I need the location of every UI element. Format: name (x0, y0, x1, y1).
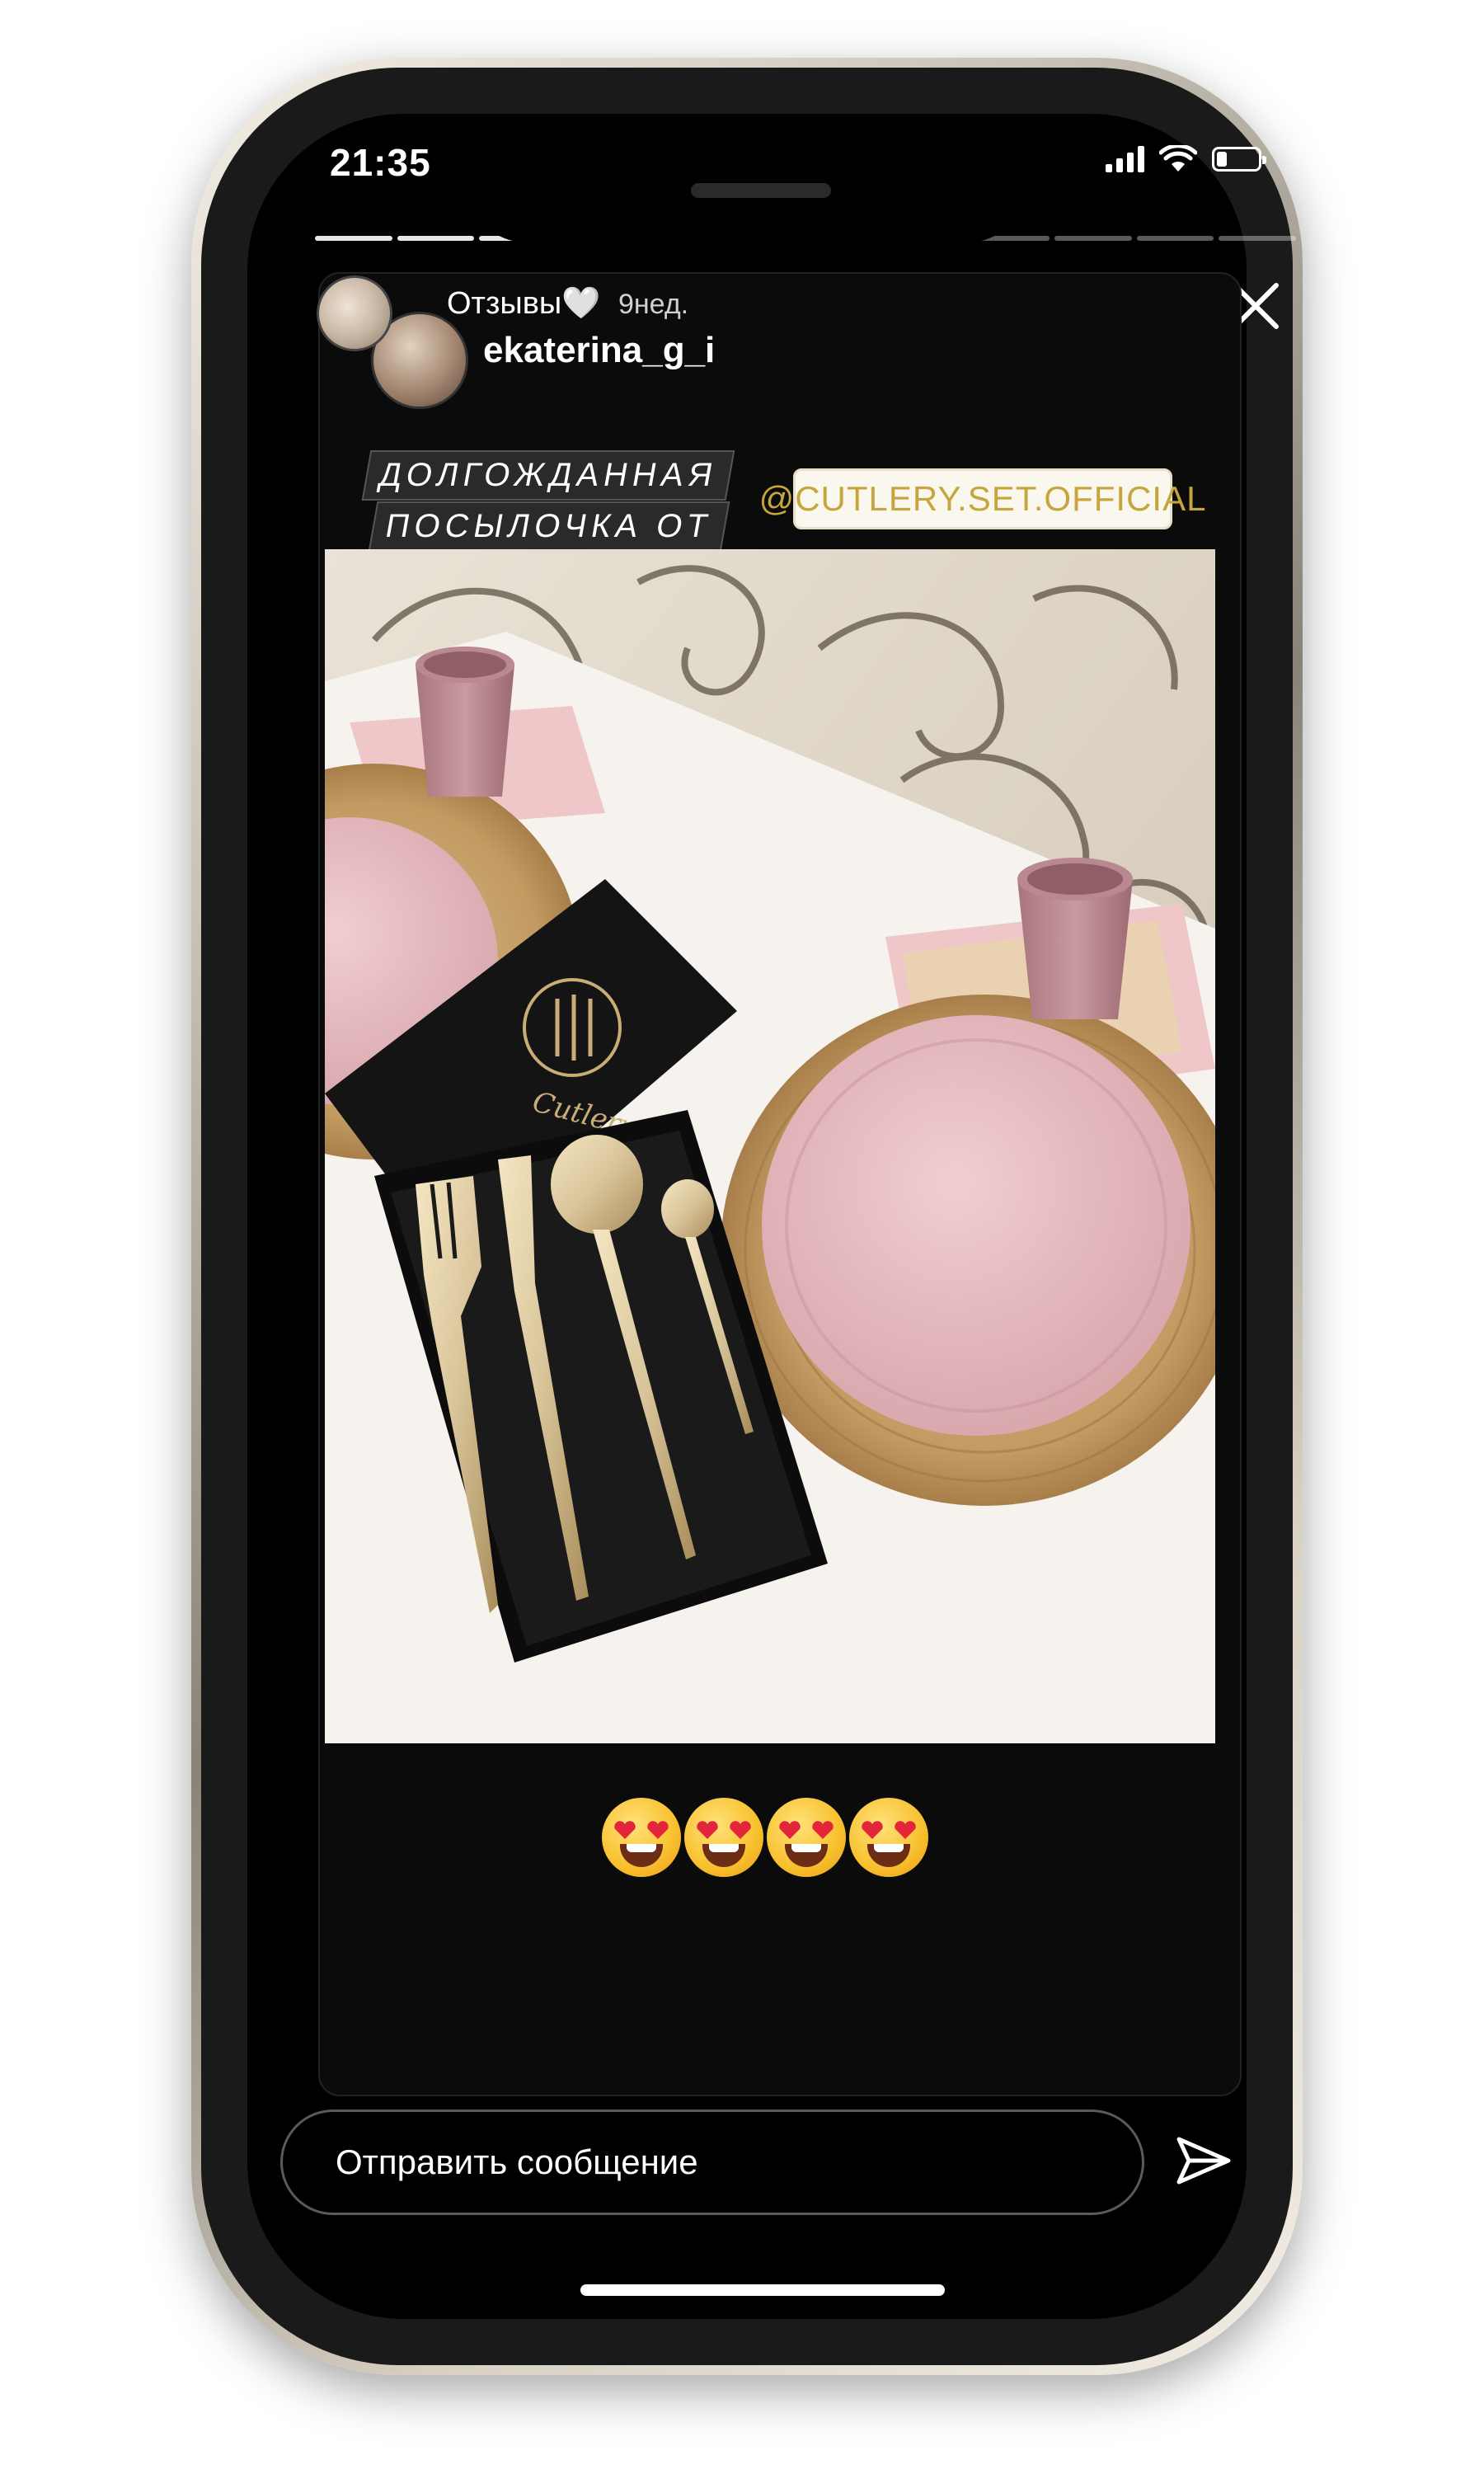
white-heart-icon: 🤍 (561, 286, 601, 321)
heart-eyes-emoji (849, 1798, 928, 1877)
story-segment-bar (315, 236, 392, 241)
caption-sticker-line1: ДОЛГОЖДАННАЯ (361, 450, 735, 501)
earpiece-speaker (691, 183, 831, 198)
story-segment-bar (1054, 236, 1132, 241)
story-segment-bar (1219, 236, 1297, 241)
message-placeholder: Отправить сообщение (336, 2142, 698, 2181)
battery-icon (1212, 147, 1266, 172)
emoji-row (602, 1798, 928, 1877)
story-username[interactable]: ekaterina_g_i (483, 330, 715, 371)
wifi-icon (1159, 145, 1197, 172)
heart-eyes-emoji (684, 1798, 763, 1877)
story-photo: Cutlery set (325, 549, 1215, 1743)
mention-text: @CUTLERY.SET.OFFICIAL (758, 479, 1207, 518)
story-time-ago: 9нед. (618, 289, 689, 320)
caption-sticker-line2: ПОСЫЛОЧКА ОТ (368, 501, 730, 552)
pink-cup-right (1017, 858, 1133, 1019)
pink-cup-left (416, 647, 514, 797)
story-segment-bar (1136, 236, 1214, 241)
heart-eyes-emoji (767, 1798, 846, 1877)
highlight-title[interactable]: Отзывы🤍 (447, 285, 601, 322)
highlight-cover-avatar[interactable] (317, 275, 392, 351)
cellular-signal-icon (1106, 146, 1144, 172)
send-message-input[interactable]: Отправить сообщение (280, 2109, 1144, 2215)
battery-level (1217, 152, 1227, 167)
status-time: 21:35 (330, 141, 431, 184)
heart-eyes-emoji (602, 1798, 681, 1877)
send-paper-plane-icon[interactable] (1174, 2131, 1233, 2190)
mention-sticker[interactable]: @CUTLERY.SET.OFFICIAL (759, 468, 1205, 529)
notch (468, 114, 1026, 242)
pink-plate-right (762, 1015, 1190, 1436)
highlight-name-text: Отзывы (447, 286, 562, 321)
home-indicator[interactable] (580, 2284, 945, 2296)
status-icons (1106, 145, 1266, 173)
story-segment-bar (397, 236, 475, 241)
